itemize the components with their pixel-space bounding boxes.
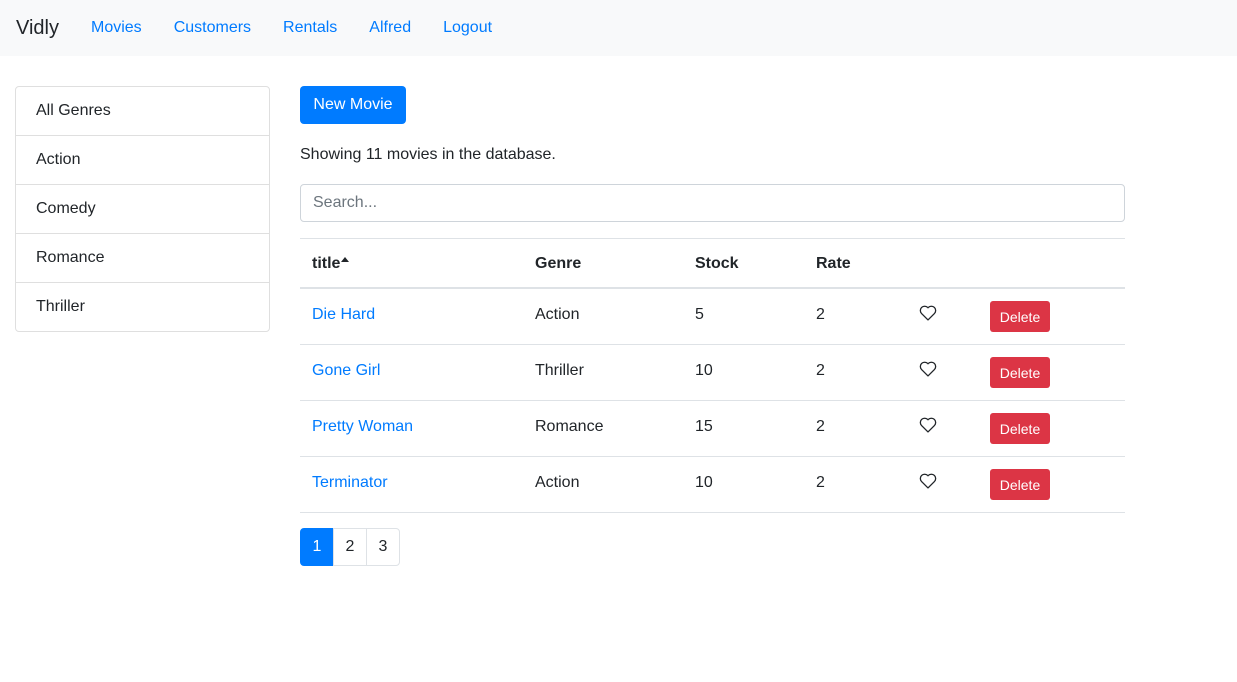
movie-stock: 15 [695, 418, 713, 435]
nav-link-profile[interactable]: Alfred [353, 19, 427, 37]
genre-item-romance[interactable]: Romance [16, 234, 269, 283]
nav-link-customers[interactable]: Customers [158, 19, 267, 37]
genre-item-comedy[interactable]: Comedy [16, 185, 269, 234]
navbar: Vidly Movies Customers Rentals Alfred Lo… [0, 0, 1237, 56]
new-movie-button[interactable]: New Movie [300, 86, 406, 124]
heart-outline-icon[interactable] [919, 361, 937, 377]
column-header-title[interactable]: title [312, 239, 350, 288]
column-header-genre[interactable]: Genre [535, 239, 581, 288]
genre-list: All Genres Action Comedy Romance Thrille… [15, 86, 270, 332]
movie-title-link[interactable]: Gone Girl [312, 345, 380, 397]
heart-outline-icon[interactable] [919, 305, 937, 321]
movie-stock: 10 [695, 362, 713, 379]
heart-outline-icon[interactable] [919, 473, 937, 489]
movie-rate: 2 [816, 474, 825, 491]
movie-count-text: Showing 11 movies in the database. [300, 146, 556, 163]
delete-button[interactable]: Delete [990, 357, 1050, 388]
nav-link-logout[interactable]: Logout [427, 19, 508, 37]
table-row: Die Hard Action 5 2 Delete [300, 289, 1125, 345]
table-row: Pretty Woman Romance 15 2 Delete [300, 401, 1125, 457]
movie-rate: 2 [816, 418, 825, 435]
search-input[interactable] [300, 184, 1125, 222]
table-row: Gone Girl Thriller 10 2 Delete [300, 345, 1125, 401]
movie-stock: 5 [695, 306, 704, 323]
brand-logo[interactable]: Vidly [16, 17, 59, 40]
nav-link-rentals[interactable]: Rentals [267, 19, 353, 37]
movie-title-link[interactable]: Pretty Woman [312, 401, 413, 453]
genre-item-action[interactable]: Action [16, 136, 269, 185]
page-3-button[interactable]: 3 [366, 528, 400, 566]
pagination: 1 2 3 [300, 528, 400, 566]
movie-title-link[interactable]: Terminator [312, 457, 388, 509]
movies-table: title Genre Stock Rate Die Hard Action 5… [300, 238, 1125, 513]
column-header-stock[interactable]: Stock [695, 239, 739, 288]
caret-up-icon [341, 257, 350, 262]
movie-rate: 2 [816, 362, 825, 379]
movie-rate: 2 [816, 306, 825, 323]
nav-link-movies[interactable]: Movies [75, 19, 158, 37]
table-header: title Genre Stock Rate [300, 239, 1125, 289]
column-header-title-label: title [312, 255, 341, 272]
movie-stock: 10 [695, 474, 713, 491]
movie-genre: Romance [535, 418, 604, 435]
movie-genre: Thriller [535, 362, 584, 379]
movie-genre: Action [535, 306, 580, 323]
heart-outline-icon[interactable] [919, 417, 937, 433]
genre-item-all[interactable]: All Genres [16, 87, 269, 136]
delete-button[interactable]: Delete [990, 469, 1050, 500]
table-row: Terminator Action 10 2 Delete [300, 457, 1125, 513]
delete-button[interactable]: Delete [990, 413, 1050, 444]
column-header-rate[interactable]: Rate [816, 239, 851, 288]
page-1-button[interactable]: 1 [300, 528, 334, 566]
page-2-button[interactable]: 2 [333, 528, 367, 566]
genre-item-thriller[interactable]: Thriller [16, 283, 269, 331]
movie-genre: Action [535, 474, 580, 491]
movie-title-link[interactable]: Die Hard [312, 289, 375, 341]
delete-button[interactable]: Delete [990, 301, 1050, 332]
